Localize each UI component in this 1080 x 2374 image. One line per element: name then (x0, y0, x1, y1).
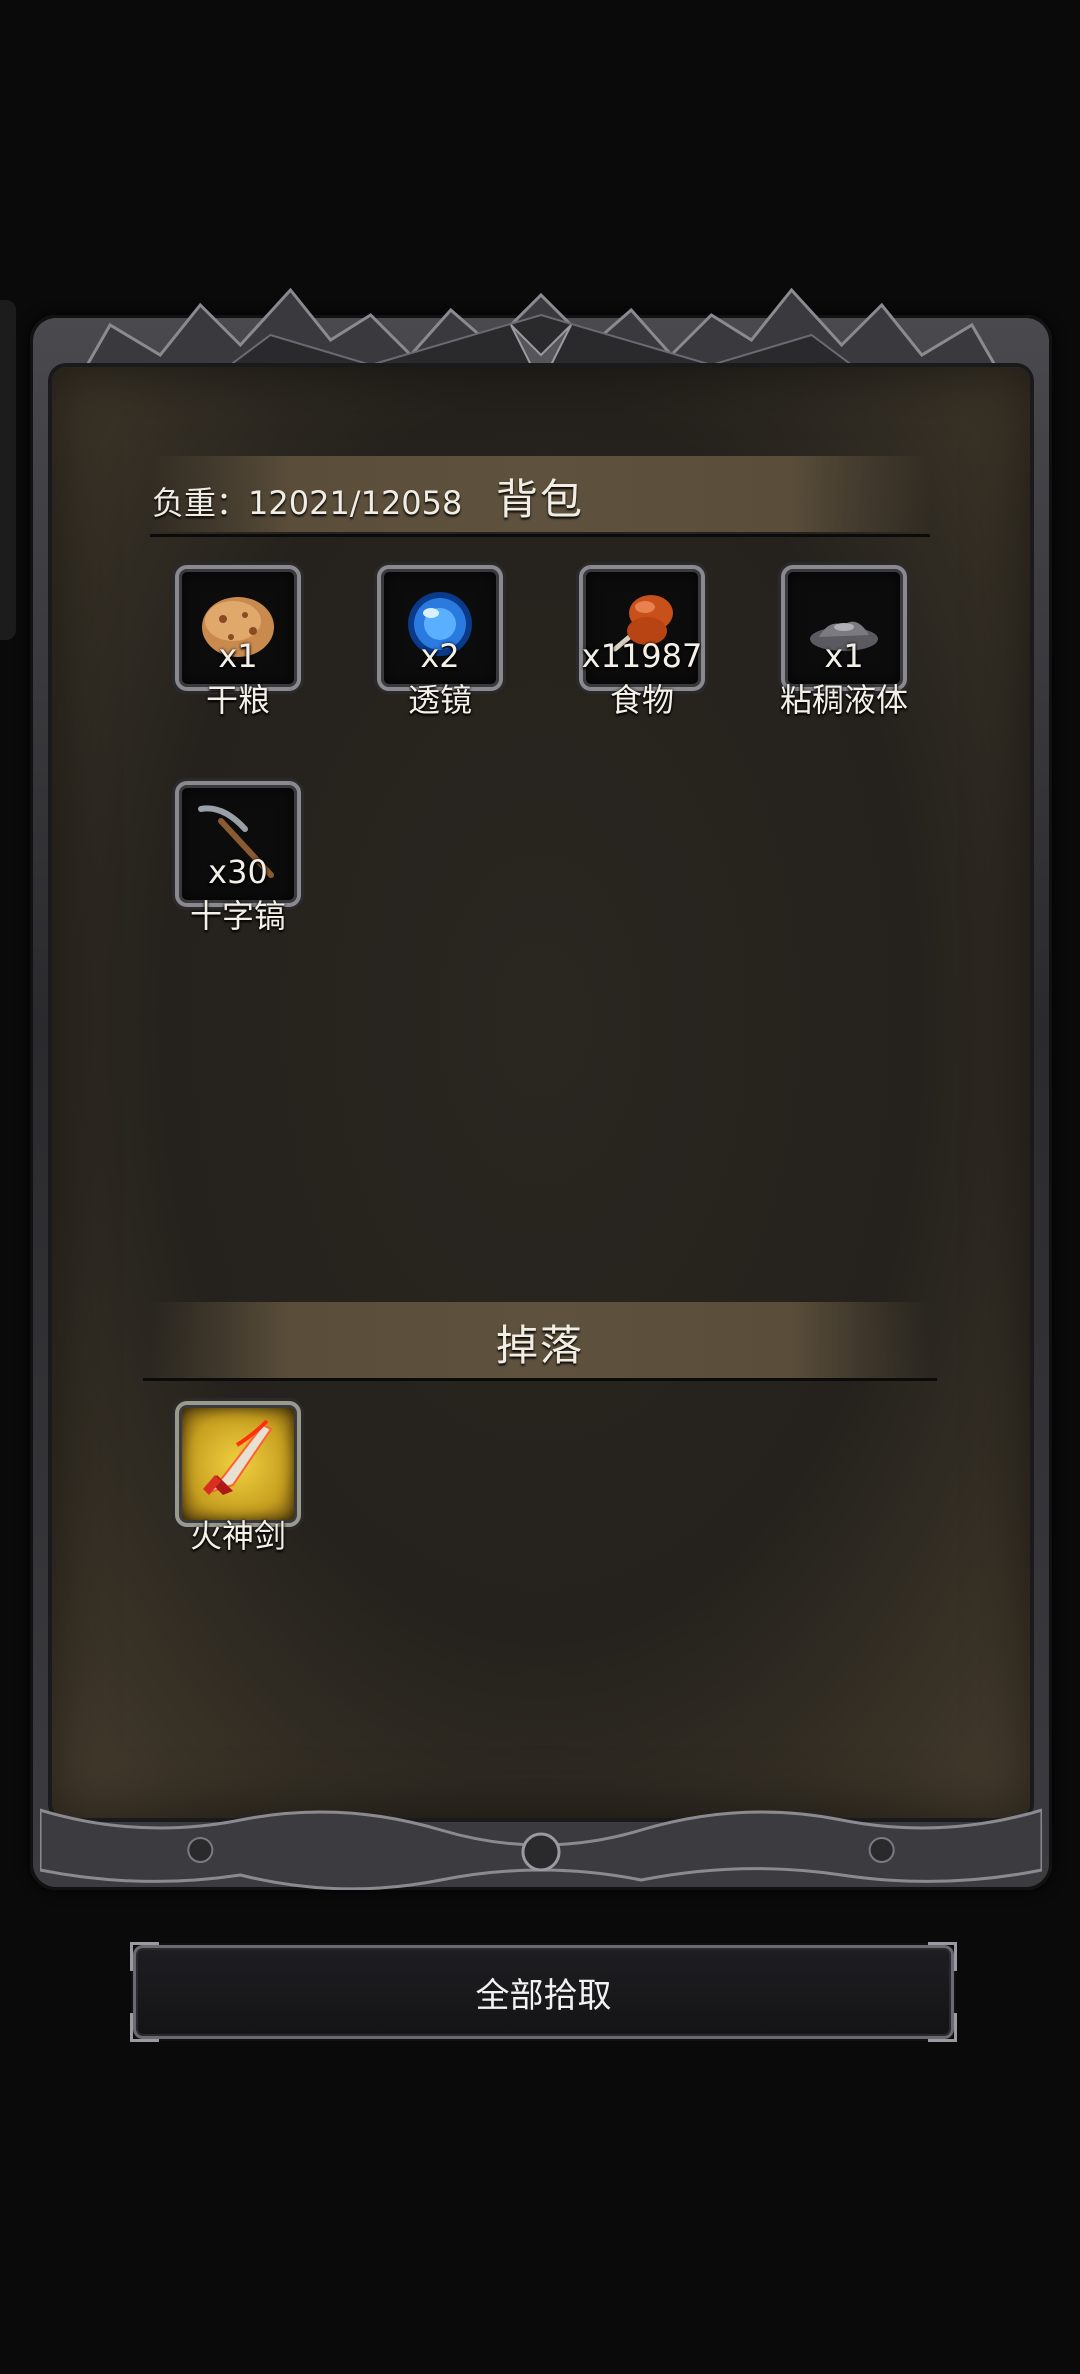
item-name: 干粮 (205, 681, 270, 719)
item-quantity: x2 (420, 637, 460, 675)
pickup-all-button[interactable]: 全部拾取 (130, 1942, 957, 2042)
item-name: 粘稠液体 (779, 681, 908, 719)
bottom-ornament (38, 1800, 1044, 1891)
item-name: 透镜 (407, 681, 472, 719)
item-name: 十字镐 (189, 897, 286, 935)
backpack-item-slot[interactable]: x1 粘稠液体 (780, 565, 908, 719)
drops-title: 掉落 (495, 1321, 584, 1370)
backpack-divider (150, 534, 930, 537)
backpack-item-slot[interactable]: x30 十字镐 (175, 781, 301, 935)
item-quantity: x11987 (581, 637, 703, 675)
drops-divider (143, 1378, 937, 1381)
item-name: 食物 (609, 681, 674, 719)
button-corner-ornament (928, 1942, 957, 1971)
button-corner-ornament (130, 1942, 159, 1971)
item-quantity: x1 (824, 637, 864, 675)
button-corner-ornament (928, 2013, 957, 2042)
button-corner-ornament (130, 2013, 159, 2042)
backpack-item-slot[interactable]: x11987 食物 (579, 565, 705, 719)
item-name: 火神剑 (189, 1517, 286, 1555)
pickup-all-label: 全部拾取 (475, 1976, 612, 2016)
backpack-item-slot[interactable]: x1 干粮 (175, 565, 301, 719)
item-quantity: x1 (218, 637, 258, 675)
drops-header: 掉落 (150, 1302, 930, 1378)
weight-label: 负重：12021/12058 (152, 484, 463, 522)
backpack-item-slot[interactable]: x2 透镜 (377, 565, 503, 719)
drop-item-slot[interactable]: 火神剑 (175, 1401, 301, 1555)
side-edge-tab (0, 300, 16, 640)
fire-god-sword-icon (203, 1419, 273, 1495)
item-quantity: x30 (208, 853, 268, 891)
